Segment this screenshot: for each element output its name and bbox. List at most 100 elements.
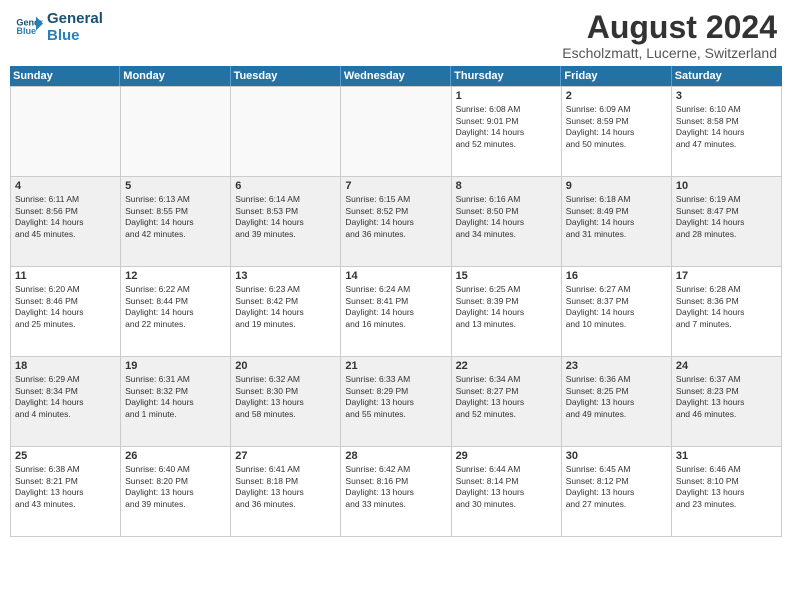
calendar-cell-week4-day2: 20Sunrise: 6:32 AMSunset: 8:30 PMDayligh…: [231, 357, 341, 447]
day-number: 28: [345, 450, 446, 462]
day-number: 30: [566, 450, 667, 462]
day-info: Sunrise: 6:24 AMSunset: 8:41 PMDaylight:…: [345, 284, 446, 330]
calendar-cell-week3-day3: 14 Sunrise: 6:24 AMSunset: 8:41 PMDayligh…: [341, 267, 451, 357]
calendar-cell-week4-day4: 22Sunrise: 6:34 AMSunset: 8:27 PMDayligh…: [452, 357, 562, 447]
calendar-cell-week1-day1: [121, 87, 231, 177]
header-monday: Monday: [120, 66, 230, 86]
calendar-row-4: 18Sunrise: 6:29 AMSunset: 8:34 PMDayligh…: [11, 357, 782, 447]
calendar-cell-week3-day5: 16 Sunrise: 6:27 AMSunset: 8:37 PMDayligh…: [562, 267, 672, 357]
calendar-cell-week2-day1: 5 Sunrise: 6:13 AMSunset: 8:55 PMDaylight…: [121, 177, 231, 267]
logo-line2: Blue: [47, 27, 103, 44]
day-number: 27: [235, 450, 336, 462]
day-info: Sunrise: 6:33 AMSunset: 8:29 PMDaylight:…: [345, 374, 446, 420]
calendar-cell-week4-day1: 19Sunrise: 6:31 AMSunset: 8:32 PMDayligh…: [121, 357, 231, 447]
day-number: 29: [456, 450, 557, 462]
calendar: Sunday Monday Tuesday Wednesday Thursday…: [0, 66, 792, 542]
day-info: Sunrise: 6:44 AMSunset: 8:14 PMDaylight:…: [456, 464, 557, 510]
calendar-cell-week4-day0: 18Sunrise: 6:29 AMSunset: 8:34 PMDayligh…: [11, 357, 121, 447]
day-info: Sunrise: 6:46 AMSunset: 8:10 PMDaylight:…: [676, 464, 777, 510]
day-info: Sunrise: 6:32 AMSunset: 8:30 PMDaylight:…: [235, 374, 336, 420]
day-info: Sunrise: 6:16 AMSunset: 8:50 PMDaylight:…: [456, 194, 557, 240]
day-info: Sunrise: 6:20 AMSunset: 8:46 PMDaylight:…: [15, 284, 116, 330]
logo: General Blue General Blue: [15, 10, 103, 44]
day-info: Sunrise: 6:10 AMSunset: 8:58 PMDaylight:…: [676, 104, 777, 150]
day-info: Sunrise: 6:11 AMSunset: 8:56 PMDaylight:…: [15, 194, 116, 240]
calendar-cell-week1-day4: 1Sunrise: 6:08 AMSunset: 9:01 PMDaylight…: [452, 87, 562, 177]
calendar-cell-week1-day6: 3 Sunrise: 6:10 AMSunset: 8:58 PMDaylight…: [672, 87, 782, 177]
day-info: Sunrise: 6:14 AMSunset: 8:53 PMDaylight:…: [235, 194, 336, 240]
day-number: 7: [345, 180, 446, 192]
day-info: Sunrise: 6:37 AMSunset: 8:23 PMDaylight:…: [676, 374, 777, 420]
calendar-cell-week3-day6: 17 Sunrise: 6:28 AMSunset: 8:36 PMDayligh…: [672, 267, 782, 357]
calendar-cell-week2-day5: 9 Sunrise: 6:18 AMSunset: 8:49 PMDaylight…: [562, 177, 672, 267]
calendar-cell-week5-day3: 28Sunrise: 6:42 AMSunset: 8:16 PMDayligh…: [341, 447, 451, 537]
day-number: 16: [566, 270, 667, 282]
logo-icon: General Blue: [15, 13, 43, 41]
calendar-body: 1Sunrise: 6:08 AMSunset: 9:01 PMDaylight…: [10, 86, 782, 537]
day-number: 25: [15, 450, 116, 462]
day-number: 3: [676, 90, 777, 102]
day-info: Sunrise: 6:36 AMSunset: 8:25 PMDaylight:…: [566, 374, 667, 420]
calendar-header: Sunday Monday Tuesday Wednesday Thursday…: [10, 66, 782, 86]
day-info: Sunrise: 6:27 AMSunset: 8:37 PMDaylight:…: [566, 284, 667, 330]
calendar-row-2: 4Sunrise: 6:11 AMSunset: 8:56 PMDaylight…: [11, 177, 782, 267]
day-number: 17: [676, 270, 777, 282]
calendar-cell-week5-day1: 26 Sunrise: 6:40 AMSunset: 8:20 PMDayligh…: [121, 447, 231, 537]
day-number: 5: [125, 180, 226, 192]
day-info: Sunrise: 6:28 AMSunset: 8:36 PMDaylight:…: [676, 284, 777, 330]
day-info: Sunrise: 6:41 AMSunset: 8:18 PMDaylight:…: [235, 464, 336, 510]
calendar-cell-week2-day6: 10 Sunrise: 6:19 AMSunset: 8:47 PMDayligh…: [672, 177, 782, 267]
day-info: Sunrise: 6:25 AMSunset: 8:39 PMDaylight:…: [456, 284, 557, 330]
calendar-cell-week2-day3: 7 Sunrise: 6:15 AMSunset: 8:52 PMDaylight…: [341, 177, 451, 267]
header-wednesday: Wednesday: [341, 66, 451, 86]
calendar-cell-week4-day3: 21 Sunrise: 6:33 AMSunset: 8:29 PMDayligh…: [341, 357, 451, 447]
day-number: 6: [235, 180, 336, 192]
header-thursday: Thursday: [451, 66, 561, 86]
day-number: 24: [676, 360, 777, 372]
calendar-cell-week1-day5: 2 Sunrise: 6:09 AMSunset: 8:59 PMDaylight…: [562, 87, 672, 177]
day-info: Sunrise: 6:13 AMSunset: 8:55 PMDaylight:…: [125, 194, 226, 240]
title-area: August 2024 Escholzmatt, Lucerne, Switze…: [562, 10, 777, 61]
calendar-cell-week3-day4: 15 Sunrise: 6:25 AMSunset: 8:39 PMDayligh…: [452, 267, 562, 357]
day-info: Sunrise: 6:23 AMSunset: 8:42 PMDaylight:…: [235, 284, 336, 330]
calendar-cell-week5-day6: 31Sunrise: 6:46 AMSunset: 8:10 PMDayligh…: [672, 447, 782, 537]
day-number: 1: [456, 90, 557, 102]
calendar-cell-week2-day2: 6 Sunrise: 6:14 AMSunset: 8:53 PMDaylight…: [231, 177, 341, 267]
logo-line1: General: [47, 10, 103, 27]
day-number: 10: [676, 180, 777, 192]
calendar-cell-week5-day0: 25 Sunrise: 6:38 AMSunset: 8:21 PMDayligh…: [11, 447, 121, 537]
page-header: General Blue General Blue August 2024 Es…: [0, 0, 792, 66]
day-number: 13: [235, 270, 336, 282]
day-info: Sunrise: 6:19 AMSunset: 8:47 PMDaylight:…: [676, 194, 777, 240]
calendar-cell-week1-day2: [231, 87, 341, 177]
day-info: Sunrise: 6:22 AMSunset: 8:44 PMDaylight:…: [125, 284, 226, 330]
day-info: Sunrise: 6:09 AMSunset: 8:59 PMDaylight:…: [566, 104, 667, 150]
calendar-cell-week3-day2: 13 Sunrise: 6:23 AMSunset: 8:42 PMDayligh…: [231, 267, 341, 357]
calendar-cell-week1-day0: [11, 87, 121, 177]
day-number: 23: [566, 360, 667, 372]
header-tuesday: Tuesday: [231, 66, 341, 86]
calendar-row-5: 25 Sunrise: 6:38 AMSunset: 8:21 PMDayligh…: [11, 447, 782, 537]
day-info: Sunrise: 6:45 AMSunset: 8:12 PMDaylight:…: [566, 464, 667, 510]
day-info: Sunrise: 6:15 AMSunset: 8:52 PMDaylight:…: [345, 194, 446, 240]
day-number: 14: [345, 270, 446, 282]
calendar-cell-week4-day5: 23 Sunrise: 6:36 AMSunset: 8:25 PMDayligh…: [562, 357, 672, 447]
day-number: 15: [456, 270, 557, 282]
calendar-cell-week3-day0: 11Sunrise: 6:20 AMSunset: 8:46 PMDayligh…: [11, 267, 121, 357]
day-number: 9: [566, 180, 667, 192]
svg-text:Blue: Blue: [16, 26, 36, 36]
calendar-cell-week5-day5: 30 Sunrise: 6:45 AMSunset: 8:12 PMDayligh…: [562, 447, 672, 537]
calendar-cell-week3-day1: 12Sunrise: 6:22 AMSunset: 8:44 PMDayligh…: [121, 267, 231, 357]
day-number: 26: [125, 450, 226, 462]
day-number: 21: [345, 360, 446, 372]
calendar-cell-week4-day6: 24 Sunrise: 6:37 AMSunset: 8:23 PMDayligh…: [672, 357, 782, 447]
day-info: Sunrise: 6:38 AMSunset: 8:21 PMDaylight:…: [15, 464, 116, 510]
day-info: Sunrise: 6:40 AMSunset: 8:20 PMDaylight:…: [125, 464, 226, 510]
day-number: 18: [15, 360, 116, 372]
calendar-title: August 2024: [562, 10, 777, 45]
day-info: Sunrise: 6:18 AMSunset: 8:49 PMDaylight:…: [566, 194, 667, 240]
day-number: 2: [566, 90, 667, 102]
header-sunday: Sunday: [10, 66, 120, 86]
header-friday: Friday: [561, 66, 671, 86]
calendar-cell-week2-day0: 4Sunrise: 6:11 AMSunset: 8:56 PMDaylight…: [11, 177, 121, 267]
